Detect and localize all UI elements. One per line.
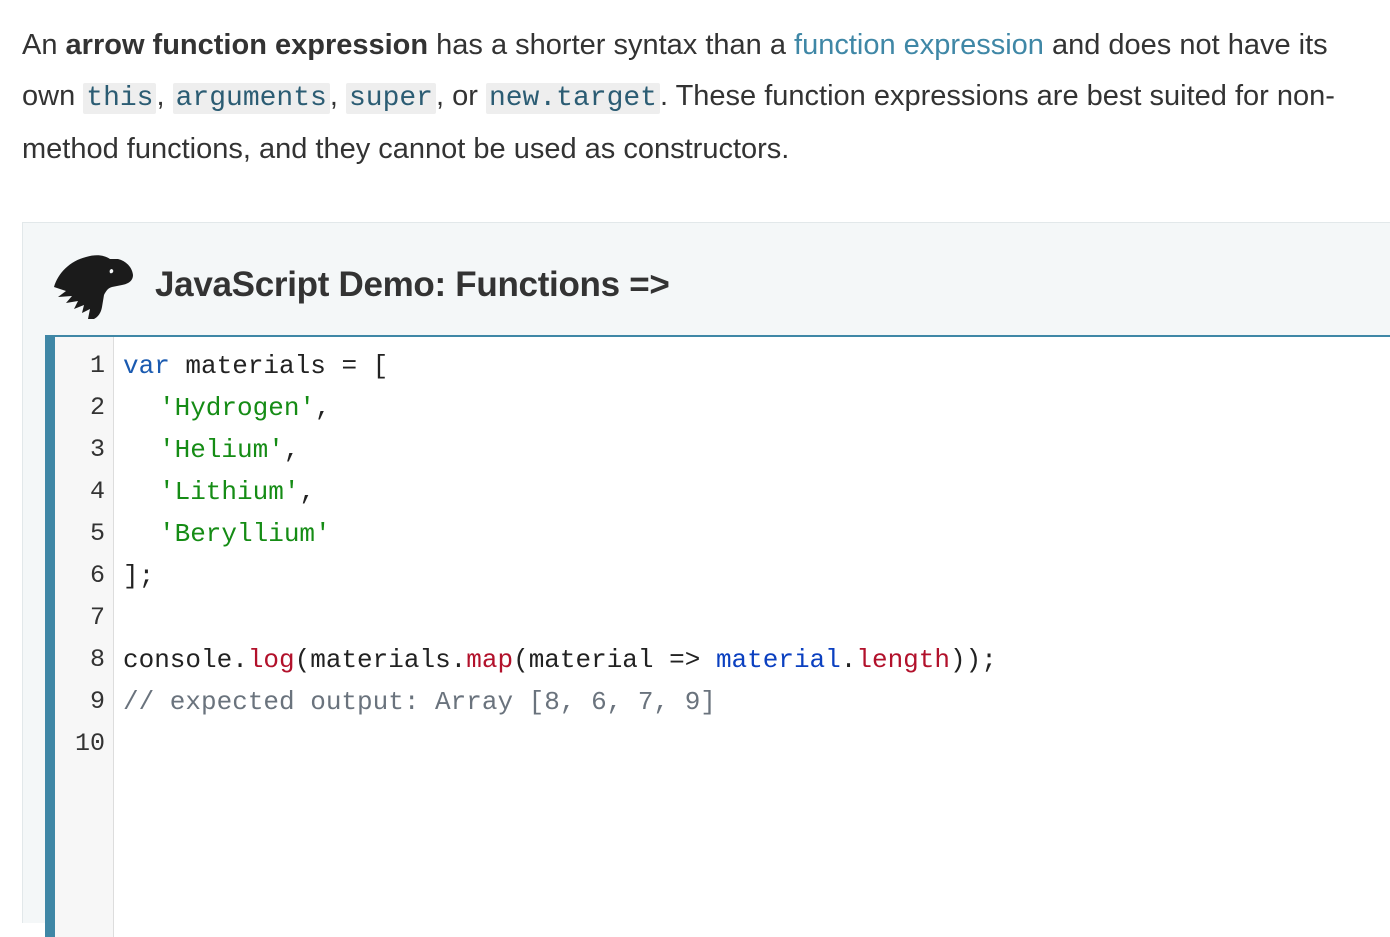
line-number: 8	[89, 645, 105, 674]
line-number: 2	[89, 393, 105, 422]
method-log: log	[247, 645, 295, 675]
line-number: 1	[89, 351, 105, 380]
code-text: console.	[123, 645, 248, 675]
code-arguments: arguments	[172, 83, 330, 114]
code-text: materials = [	[169, 351, 389, 381]
string-literal: 'Helium'	[159, 435, 284, 465]
line-number: 6	[89, 561, 105, 590]
code-line-6: ];	[123, 561, 154, 591]
line-number: 4	[89, 477, 105, 506]
keyword-var: var	[123, 351, 170, 381]
method-map: map	[466, 645, 514, 675]
intro-text: ,	[329, 80, 346, 112]
function-expression-link[interactable]: function expression	[794, 29, 1044, 61]
demo-header: JavaScript Demo: Functions =>	[23, 223, 1390, 335]
interactive-demo: JavaScript Demo: Functions => 1 2 3 4 5 …	[22, 222, 1390, 937]
code-line-1: var materials = [	[123, 351, 388, 381]
code-line-4: 'Lithium',	[159, 477, 315, 507]
code-line-9: // expected output: Array [8, 6, 7, 9]	[123, 687, 716, 717]
line-number: 7	[89, 603, 105, 632]
demo-title: JavaScript Demo: Functions =>	[155, 265, 670, 304]
intro-paragraph: An arrow function expression has a short…	[22, 20, 1362, 175]
code-new-target: new.target	[485, 83, 660, 114]
intro-text: ,	[156, 80, 173, 112]
string-literal: 'Beryllium'	[159, 519, 331, 549]
code-line-8: console.log(materials.map(material => ma…	[123, 645, 997, 675]
code-line-3: 'Helium',	[159, 435, 299, 465]
string-literal: 'Hydrogen'	[159, 393, 316, 423]
code-text: ,	[283, 435, 300, 465]
line-number: 10	[74, 729, 105, 758]
code-text: ];	[123, 561, 155, 591]
code-text: ,	[315, 393, 331, 423]
code-line-5: 'Beryllium'	[159, 519, 331, 549]
code-text: ,	[299, 477, 316, 507]
line-number: 9	[89, 687, 105, 716]
intro-text: has a shorter syntax than a	[428, 29, 795, 61]
line-number: 5	[89, 519, 105, 548]
code-text: ));	[950, 645, 997, 675]
code-line-2: 'Hydrogen',	[159, 393, 331, 423]
intro-bold-term: arrow function expression	[65, 29, 429, 61]
code-text: (material =>	[513, 645, 716, 675]
intro-text: An	[22, 29, 66, 61]
intro-text: , or	[435, 80, 486, 112]
code-editor[interactable]: 1 2 3 4 5 6 7 8 9 10 var materials = [ '…	[45, 335, 1390, 937]
string-literal: 'Lithium'	[159, 477, 300, 507]
line-number-gutter: 1 2 3 4 5 6 7 8 9 10	[55, 337, 114, 937]
variable-material: material	[715, 645, 841, 675]
code-super: super	[345, 83, 436, 114]
dinosaur-head-icon	[54, 255, 133, 319]
line-number: 3	[89, 435, 105, 464]
code-text: .	[840, 645, 857, 675]
code-this: this	[83, 83, 157, 114]
property-length: length	[856, 645, 950, 675]
code-comment: // expected output: Array [8, 6, 7, 9]	[123, 687, 716, 717]
code-text: (materials.	[294, 645, 467, 675]
